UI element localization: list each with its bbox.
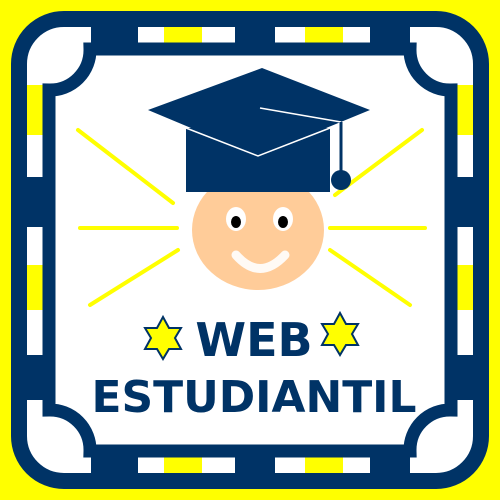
logo-line-estudiantil: ESTUDIANTIL: [92, 372, 417, 423]
web-estudiantil-logo: WEB ESTUDIANTIL: [0, 0, 500, 500]
logo-line-web: WEB: [195, 313, 312, 367]
